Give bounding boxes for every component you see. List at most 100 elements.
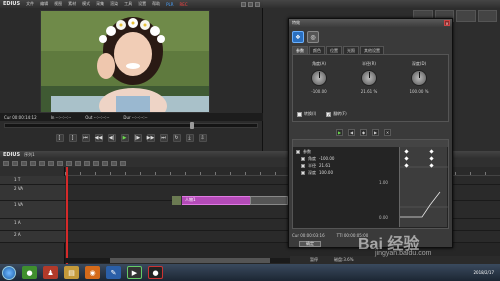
menu-mode[interactable]: 模式 bbox=[82, 1, 90, 7]
depth-value[interactable]: 100.00 % bbox=[399, 89, 439, 94]
keyframe-row[interactable]: 深度 100.00 bbox=[293, 169, 398, 176]
loop-button[interactable]: ↻ bbox=[172, 134, 181, 142]
toolbar-icon[interactable] bbox=[111, 160, 117, 166]
timeline-scrollbar-thumb[interactable] bbox=[110, 258, 270, 263]
timeline-clip[interactable] bbox=[250, 196, 288, 205]
record-icon[interactable]: ● bbox=[148, 266, 163, 279]
sequence-tab[interactable]: 序列1 bbox=[24, 152, 35, 158]
fast-forward-button[interactable]: ▶▶ bbox=[146, 134, 155, 142]
menu-tools[interactable]: 工具 bbox=[124, 1, 132, 7]
toolbar-icon[interactable] bbox=[57, 160, 63, 166]
menu-render[interactable]: 渲染 bbox=[110, 1, 118, 7]
radius-knob[interactable] bbox=[361, 70, 377, 86]
radius-label: 半径(R) bbox=[362, 61, 376, 66]
ruler-tick bbox=[185, 172, 186, 175]
dialog-add-keyframe-button[interactable]: ◆ bbox=[360, 128, 367, 136]
angle-knob[interactable] bbox=[311, 70, 327, 86]
minimize-button[interactable] bbox=[241, 1, 246, 7]
insert-button[interactable]: ⤓ bbox=[185, 134, 194, 142]
menu-capture[interactable]: 采集 bbox=[96, 1, 104, 7]
track-headers: 1 T 2 VA 1 VA 1 A 2 A bbox=[0, 167, 65, 264]
keyframe-row-label: 半径 bbox=[308, 162, 316, 168]
keyframe-row[interactable]: 半径 21.61 bbox=[293, 162, 398, 169]
set-out-button[interactable]: ] bbox=[68, 134, 77, 142]
start-button[interactable] bbox=[2, 265, 16, 280]
dialog-close-button[interactable]: × bbox=[444, 20, 450, 26]
go-to-start-button[interactable]: ⏮ bbox=[81, 134, 90, 142]
toolbar-icon[interactable] bbox=[21, 160, 27, 166]
go-to-end-button[interactable]: ⏭ bbox=[159, 134, 168, 142]
track-header-1t[interactable]: 1 T bbox=[0, 176, 65, 185]
toolbar-icon[interactable] bbox=[30, 160, 36, 166]
keyframe-graph[interactable] bbox=[399, 147, 448, 227]
app-icon[interactable]: ♟ bbox=[43, 266, 58, 279]
track-header-2va[interactable]: 2 VA bbox=[0, 185, 65, 201]
keyframe-row-value: 100.00 bbox=[319, 170, 333, 175]
menu-settings[interactable]: 设置 bbox=[138, 1, 146, 7]
menu-clip[interactable]: 素材 bbox=[68, 1, 76, 7]
keyframe-row-checkbox[interactable] bbox=[296, 149, 300, 154]
menu-view[interactable]: 视图 bbox=[54, 1, 62, 7]
angle-value[interactable]: -100.00 bbox=[299, 89, 339, 94]
toolbar-icon[interactable] bbox=[75, 160, 81, 166]
app-icon[interactable]: ✎ bbox=[106, 266, 121, 279]
menu-help[interactable]: 帮助 bbox=[152, 1, 160, 7]
track-header-1a[interactable]: 1 A bbox=[0, 219, 65, 231]
edius-icon[interactable]: ▶ bbox=[127, 266, 142, 279]
convert-checkbox[interactable]: 转换(I) bbox=[297, 111, 316, 117]
firefox-icon[interactable]: ◉ bbox=[85, 266, 100, 279]
toolbar-icon[interactable] bbox=[102, 160, 108, 166]
settings-icon[interactable]: ◎ bbox=[307, 31, 319, 43]
dialog-prev-keyframe-button[interactable]: ◀ bbox=[348, 128, 355, 136]
keyframe-row-checkbox[interactable] bbox=[301, 163, 305, 168]
folder-icon[interactable]: ▤ bbox=[64, 266, 79, 279]
set-in-button[interactable]: [ bbox=[55, 134, 64, 142]
rec-badge[interactable]: REC bbox=[180, 2, 188, 7]
depth-knob[interactable] bbox=[411, 70, 427, 86]
toolbar-icon[interactable] bbox=[120, 160, 126, 166]
checkbox-box[interactable] bbox=[297, 111, 302, 117]
timeline-playhead[interactable] bbox=[66, 167, 68, 264]
app-icon[interactable]: ● bbox=[22, 266, 37, 279]
radius-value[interactable]: 21.61 % bbox=[349, 89, 389, 94]
overwrite-button[interactable]: ⇩ bbox=[198, 134, 207, 142]
system-clock[interactable]: 2018/2/17 bbox=[473, 270, 500, 275]
track-header-2a[interactable]: 2 A bbox=[0, 231, 65, 243]
maximize-button[interactable] bbox=[248, 1, 253, 7]
bin-thumbnail[interactable] bbox=[477, 10, 497, 22]
rewind-button[interactable]: ◀◀ bbox=[94, 134, 103, 142]
ok-button[interactable]: 确定 bbox=[299, 241, 321, 247]
menu-edit[interactable]: 编辑 bbox=[40, 1, 48, 7]
menu-file[interactable]: 文件 bbox=[26, 1, 34, 7]
keyframe-row[interactable]: 参数 bbox=[293, 148, 398, 155]
keyframe-row[interactable]: 角度 -100.00 bbox=[293, 155, 398, 162]
depth-label: 深度(D) bbox=[411, 61, 427, 66]
keyframe-row-checkbox[interactable] bbox=[301, 156, 305, 161]
close-button[interactable] bbox=[255, 1, 260, 7]
play-button[interactable]: ▶ bbox=[120, 134, 129, 142]
dialog-delete-keyframe-button[interactable]: ✕ bbox=[384, 128, 391, 136]
toolbar-icon[interactable] bbox=[48, 160, 54, 166]
dialog-play-button[interactable]: ▶ bbox=[336, 128, 343, 136]
player-scrub-bar[interactable] bbox=[4, 123, 258, 128]
toolbar-icon[interactable] bbox=[66, 160, 72, 166]
keyframe-row-checkbox[interactable] bbox=[301, 170, 305, 175]
clip-label: 人物1 bbox=[185, 197, 196, 202]
effect-icon[interactable]: ❖ bbox=[292, 31, 304, 43]
bin-thumbnail[interactable] bbox=[456, 10, 476, 22]
toolbar-icon[interactable] bbox=[39, 160, 45, 166]
desktop: EDIUS 文件 编辑 视图 素材 模式 采集 渲染 工具 设置 帮助 PLR … bbox=[0, 0, 500, 281]
toolbar-icon[interactable] bbox=[3, 160, 9, 166]
toolbar-icon[interactable] bbox=[84, 160, 90, 166]
track-header-1va[interactable]: 1 VA bbox=[0, 201, 65, 219]
toolbar-icon[interactable] bbox=[12, 160, 18, 166]
checkbox-box[interactable] bbox=[326, 111, 332, 117]
step-forward-button[interactable]: |▶ bbox=[133, 134, 142, 142]
step-back-button[interactable]: ◀| bbox=[107, 134, 116, 142]
toolbar-icon[interactable] bbox=[93, 160, 99, 166]
plr-badge[interactable]: PLR bbox=[166, 2, 173, 7]
keyframe-curve bbox=[400, 149, 448, 218]
scrub-handle[interactable] bbox=[190, 122, 194, 129]
dialog-next-keyframe-button[interactable]: ▶ bbox=[372, 128, 379, 136]
flip-checkbox[interactable]: 翻转(F) bbox=[326, 111, 347, 117]
